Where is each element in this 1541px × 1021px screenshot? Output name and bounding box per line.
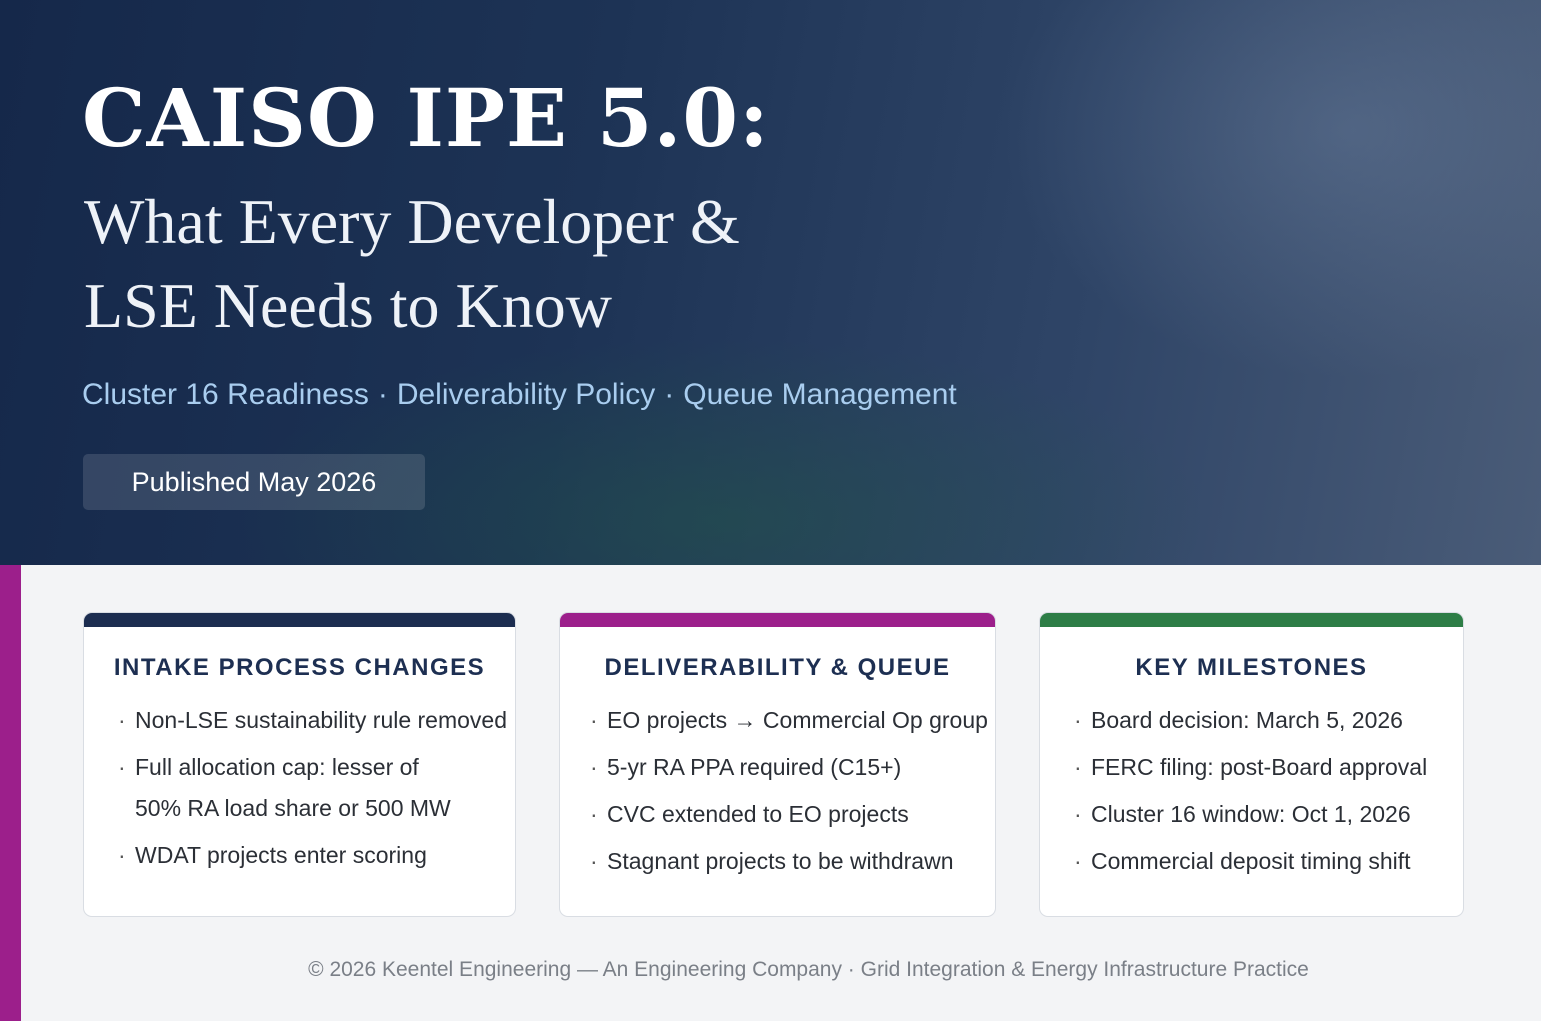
list-item: WDAT projects enter scoring [118,835,515,876]
list-item: Board decision: March 5, 2026 [1074,700,1463,741]
list-item: FERC filing: post-Board approval [1074,747,1463,788]
tagline-separator: · [664,378,675,411]
card-heading: KEY MILESTONES [1135,654,1368,681]
tagline-item-cluster: Cluster 16 Readiness [82,378,369,411]
card-heading: DELIVERABILITY & QUEUE [604,654,951,681]
page-title: CAISO IPE 5.0: [82,71,770,165]
page-subtitle: What Every Developer & LSE Needs to Know [84,186,740,341]
list-item: CVC extended to EO projects [590,794,995,835]
tagline-separator: · [377,378,388,411]
topic-tagline: Cluster 16 Readiness · Deliverability Poli… [82,378,957,412]
list-item: Commercial deposit timing shift [1074,841,1463,882]
list-item: Full allocation cap: lesser of 50% RA lo… [118,747,465,829]
hero-banner: CAISO IPE 5.0: What Every Developer & LS… [0,0,1541,565]
list-item: EO projects → Commercial Op group [590,700,995,741]
card-accent-bar [84,613,515,627]
card-deliverability-queue: DELIVERABILITY & QUEUE EO projects → Com… [559,612,996,917]
card-accent-bar [1040,613,1463,627]
list-item: Stagnant projects to be withdrawn [590,841,995,882]
footer-copyright: © 2026 Keentel Engineering — An Engineer… [308,958,1309,981]
tagline-item-deliverability: Deliverability Policy [396,378,656,411]
card-list: EO projects → Commercial Op group 5-yr R… [560,700,995,882]
card-heading: INTAKE PROCESS CHANGES [113,654,486,681]
tagline-item-queue: Queue Management [683,378,957,411]
list-item: 5-yr RA PPA required (C15+) [590,747,995,788]
list-item: Cluster 16 window: Oct 1, 2026 [1074,794,1463,835]
card-list: Board decision: March 5, 2026 FERC filin… [1040,700,1463,882]
card-intake-process-changes: INTAKE PROCESS CHANGES Non-LSE sustainab… [83,612,516,917]
card-accent-bar [560,613,995,627]
list-item: Non-LSE sustainability rule removed [118,700,515,741]
side-accent-bar [0,565,21,1021]
published-badge: Published May 2026 [83,454,425,510]
hero-glow [1000,0,1541,380]
card-key-milestones: KEY MILESTONES Board decision: March 5, … [1039,612,1464,917]
card-list: Non-LSE sustainability rule removed Full… [84,700,515,876]
